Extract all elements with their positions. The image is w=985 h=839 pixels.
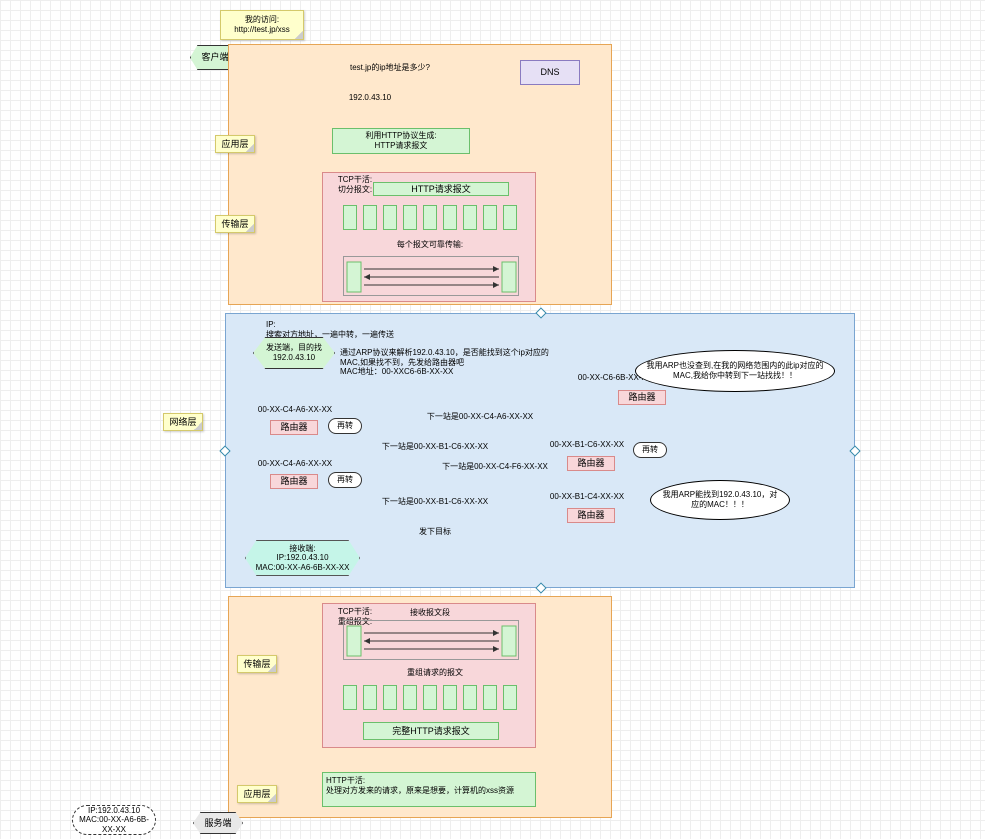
router5-label: 路由器	[577, 510, 604, 521]
recv-transfer-box	[343, 620, 519, 660]
server-hexagon: 服务端	[193, 812, 243, 834]
hop4-label: 下一站是00-XX-B1-C6-XX-XX	[370, 497, 500, 507]
retransmit3-label: 再转	[337, 475, 353, 485]
rebuild-label: 重组请求的报文	[390, 668, 480, 678]
mac3-label: 00-XX-C4-A6-XX-XX	[248, 459, 342, 469]
app-layer-top-note: 应用层	[215, 135, 255, 153]
sender-hexagon: 发送端，目的找 192.0.43.10	[253, 337, 335, 369]
reliable-note: 每个报文可靠传输:	[380, 240, 480, 250]
http-gen-box: 利用HTTP协议生成: HTTP请求报文	[332, 128, 470, 154]
bubble1: 我用ARP也没查到,在我的网络范围内的此ip对应的MAC,我给你中转到下一站找找…	[635, 350, 835, 392]
reliable-transfer-box	[343, 256, 519, 296]
mac4-label: 00-XX-B1-C6-XX-XX	[540, 440, 634, 450]
hop1-label: 下一站是00-XX-C4-A6-XX-XX	[415, 412, 545, 422]
server-label: 服务端	[204, 818, 231, 829]
transport-bottom-note: 传输层	[237, 655, 277, 673]
note-line2: http://test.jp/xss	[234, 25, 290, 35]
http-msg-label: HTTP请求报文	[411, 184, 471, 195]
http-gen-label: 利用HTTP协议生成:	[365, 131, 436, 141]
router4-label: 路由器	[577, 458, 604, 469]
dns-query-label: test.jp的ip地址是多少?	[330, 63, 450, 73]
bubble1-text: 我用ARP也没查到,在我的网络范围内的此ip对应的MAC,我给你中转到下一站找找…	[646, 361, 824, 380]
router1-box: 路由器	[618, 390, 666, 405]
ip-header-label: IP: 搜索对方地址，一遍中转，一遍传送	[230, 317, 430, 342]
retransmit2: 再转	[633, 442, 667, 458]
rebuild-segments-row	[340, 682, 525, 712]
router2-box: 路由器	[270, 420, 318, 435]
router3-box: 路由器	[270, 474, 318, 489]
tcp-segments-row	[340, 202, 525, 232]
mac2-label: 00-XX-C4-A6-XX-XX	[248, 405, 342, 415]
server-info-label: IP:192.0.43.10 MAC:00-XX-A6-6B-XX-XX	[73, 806, 155, 835]
network-label: 网络层	[169, 417, 196, 428]
hop3-label: 下一站是00-XX-C4-F6-XX-XX	[430, 462, 560, 472]
sender-label: 发送端，目的找 192.0.43.10	[266, 343, 322, 362]
receiver-hexagon: 接收端: IP:192.0.43.10 MAC:00-XX-A6-6B-XX-X…	[245, 540, 360, 576]
router3-label: 路由器	[280, 476, 307, 487]
network-note: 网络层	[163, 413, 203, 431]
app-bottom-label: 应用层	[243, 789, 270, 800]
dns-box: DNS	[520, 60, 580, 85]
transport-top-label: 传输层	[221, 219, 248, 230]
dns-label: DNS	[540, 67, 559, 78]
note-line1: 我的访问:	[245, 15, 279, 25]
retransmit2-label: 再转	[642, 445, 658, 455]
retransmit3: 再转	[328, 472, 362, 488]
app-bottom-note: 应用层	[237, 785, 277, 803]
recv-label: 接收报文段	[395, 608, 465, 618]
dns-response-label: 192.0.43.10	[330, 93, 410, 103]
retransmit1: 再转	[328, 418, 362, 434]
hop5-label: 发下目标	[395, 527, 475, 537]
visit-note: 我的访问: http://test.jp/xss	[220, 10, 304, 40]
transport-top-note: 传输层	[215, 215, 255, 233]
router4-box: 路由器	[567, 456, 615, 471]
router5-box: 路由器	[567, 508, 615, 523]
http-handle-box: HTTP干活: 处理对方发来的请求，原来是想要，计算机的xss资源	[322, 772, 536, 807]
hop2-label: 下一站是00-XX-B1-C6-XX-XX	[370, 442, 500, 452]
client-label: 客户端	[201, 52, 228, 63]
retransmit1-label: 再转	[337, 421, 353, 431]
router1-label: 路由器	[628, 392, 655, 403]
complete-http-box: 完整HTTP请求报文	[363, 722, 499, 740]
bubble2: 我用ARP能找到192.0.43.10，对应的MAC！！！	[650, 480, 790, 520]
router2-label: 路由器	[280, 422, 307, 433]
app-layer-top-label: 应用层	[221, 139, 248, 150]
receiver-label: 接收端: IP:192.0.43.10 MAC:00-XX-A6-6B-XX-X…	[256, 544, 350, 573]
arp-text: 通过ARP协议来解析192.0.43.10，是否能找到这个ip对应的MAC,如果…	[340, 348, 560, 377]
http-gen-content: HTTP请求报文	[375, 141, 428, 151]
mac5-label: 00-XX-B1-C4-XX-XX	[540, 492, 634, 502]
bubble2-text: 我用ARP能找到192.0.43.10，对应的MAC！！！	[661, 490, 779, 509]
complete-http-label: 完整HTTP请求报文	[392, 726, 470, 737]
http-handle-label: HTTP干活: 处理对方发来的请求，原来是想要，计算机的xss资源	[326, 776, 514, 795]
transport-bottom-label: 传输层	[243, 659, 270, 670]
server-info-cloud: IP:192.0.43.10 MAC:00-XX-A6-6B-XX-XX	[72, 805, 156, 835]
http-msg-box: HTTP请求报文	[373, 182, 509, 196]
